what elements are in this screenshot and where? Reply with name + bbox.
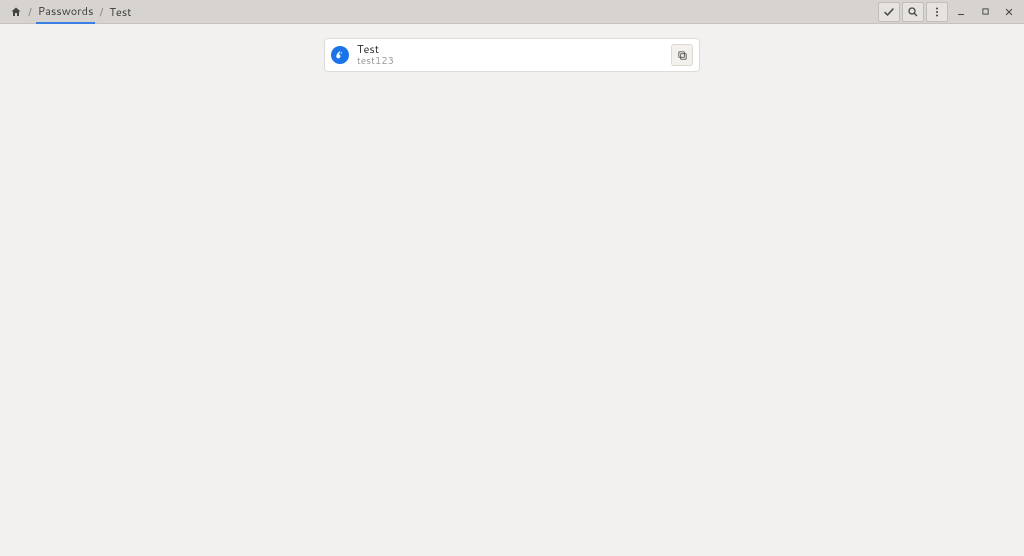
- select-items-button[interactable]: [878, 2, 900, 22]
- search-icon: [907, 6, 919, 18]
- breadcrumb-separator: /: [99, 4, 103, 20]
- breadcrumb-root[interactable]: Passwords: [36, 0, 96, 24]
- entry-text: Test test123: [357, 43, 671, 66]
- close-icon: [1004, 7, 1014, 17]
- maximize-icon: [981, 7, 990, 16]
- header-bar: / Passwords / Test: [0, 0, 1024, 24]
- copy-icon: [677, 50, 688, 61]
- entry-avatar: [331, 46, 349, 64]
- minimize-icon: [956, 7, 966, 17]
- breadcrumb-separator: /: [28, 4, 32, 20]
- entry-title: Test: [357, 43, 671, 55]
- window-minimize-button[interactable]: [950, 2, 972, 22]
- key-icon: [335, 50, 345, 60]
- entry-subtitle: test123: [357, 56, 671, 67]
- content-area: Test test123: [0, 24, 1024, 556]
- kebab-icon: [931, 6, 943, 18]
- check-icon: [883, 6, 895, 18]
- window-maximize-button[interactable]: [974, 2, 996, 22]
- breadcrumb-current[interactable]: Test: [107, 1, 133, 23]
- password-entry-card[interactable]: Test test123: [324, 38, 700, 72]
- copy-password-button[interactable]: [671, 44, 693, 66]
- menu-button[interactable]: [926, 2, 948, 22]
- search-button[interactable]: [902, 2, 924, 22]
- toolbar-buttons: [878, 2, 1020, 22]
- window-close-button[interactable]: [998, 2, 1020, 22]
- home-icon[interactable]: [8, 4, 24, 20]
- breadcrumb: / Passwords / Test: [6, 0, 135, 23]
